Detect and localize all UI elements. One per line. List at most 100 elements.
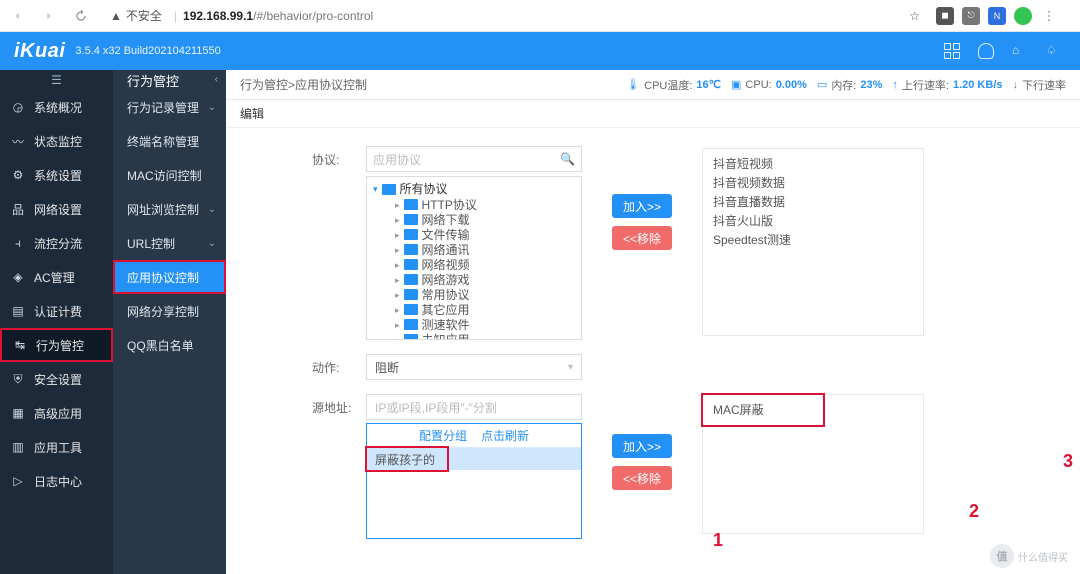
nav-collapse-icon[interactable]: ☰	[0, 70, 113, 90]
tree-node[interactable]: ▸文件传输	[373, 227, 581, 242]
protocol-tree[interactable]: ▾所有协议 ▸HTTP协议▸网络下载▸文件传输▸网络通讯▸网络视频▸网络游戏▸常…	[366, 176, 582, 340]
sub-nav: 行为管控 ‹ 行为记录管理⌄终端名称管理MAC访问控制网址浏览控制⌄URL控制⌄…	[113, 70, 226, 574]
extensions-area: ◼ ⎋ N	[936, 7, 1072, 25]
protocol-label: 协议:	[312, 146, 366, 340]
tree-node[interactable]: ▸HTTP协议	[373, 197, 581, 212]
selected-protocol-item[interactable]: 抖音短视频	[713, 155, 913, 174]
breadcrumb-b: 应用协议控制	[295, 76, 367, 93]
folder-icon	[404, 274, 418, 285]
nav-icon: ⛨	[10, 371, 26, 387]
selected-protocol-item[interactable]: 抖音直播数据	[713, 193, 913, 212]
annotation-1: 1	[713, 530, 723, 551]
nav-icon: ◶	[10, 99, 26, 115]
cloud-icon[interactable]	[978, 43, 994, 59]
watermark: 值 什么值得买	[990, 544, 1068, 568]
main-nav-item[interactable]: ▥应用工具	[0, 430, 113, 464]
nav-icon: ↹	[12, 337, 28, 353]
sub-nav-item[interactable]: QQ黑白名单	[113, 328, 226, 362]
selected-protocol-item[interactable]: Speedtest测速	[713, 231, 913, 250]
config-group-tab[interactable]: 配置分组	[419, 427, 467, 444]
url-bar[interactable]: ▲ 不安全 | 192.168.99.1/#/behavior/pro-cont…	[104, 4, 926, 28]
tree-node[interactable]: ▸常用协议	[373, 287, 581, 302]
nav-icon: ▷	[10, 473, 26, 489]
main-nav-item[interactable]: ▤认证计费	[0, 294, 113, 328]
chevron-down-icon: ▾	[568, 362, 573, 373]
add-protocol-button[interactable]: 加入>>	[612, 194, 672, 218]
menu-icon[interactable]	[1040, 7, 1058, 25]
nav-icon: ▥	[10, 439, 26, 455]
folder-icon	[382, 184, 396, 195]
cpu-icon: ▣	[731, 78, 741, 91]
nav-forward-icon[interactable]	[40, 7, 58, 25]
selected-sources-box[interactable]: MAC屏蔽	[702, 394, 924, 534]
action-select[interactable]: 阻断 ▾	[366, 354, 582, 380]
nav-icon: ▤	[10, 303, 26, 319]
bell-icon[interactable]: ♤	[1046, 43, 1062, 59]
source-address-input[interactable]: IP或IP段,IP段用"-"分割	[366, 394, 582, 420]
main-nav-item[interactable]: ⫞流控分流	[0, 226, 113, 260]
extension-icon[interactable]: ⎋	[962, 7, 980, 25]
tree-node[interactable]: ▸测速软件	[373, 317, 581, 332]
main-nav-item[interactable]: ▷日志中心	[0, 464, 113, 498]
sub-nav-item[interactable]: 终端名称管理	[113, 124, 226, 158]
tree-node[interactable]: ▸网络通讯	[373, 242, 581, 257]
add-source-button[interactable]: 加入>>	[612, 434, 672, 458]
watermark-logo-icon: 值	[990, 544, 1014, 568]
source-address-label: 源地址:	[312, 394, 366, 539]
upload-icon: ↑	[892, 79, 898, 91]
main-nav-item[interactable]: ◶系统概况	[0, 90, 113, 124]
folder-icon	[404, 244, 418, 255]
selected-protocols-box[interactable]: 抖音短视频抖音视频数据抖音直播数据抖音火山版Speedtest测速	[702, 148, 924, 336]
remove-source-button[interactable]: <<移除	[612, 466, 672, 490]
grid-icon[interactable]	[944, 43, 960, 59]
folder-icon	[404, 304, 418, 315]
tree-node[interactable]: ▸其它应用	[373, 302, 581, 317]
main-nav-item[interactable]: ⚙系统设置	[0, 158, 113, 192]
nav-icon: 品	[10, 201, 26, 217]
sub-nav-item[interactable]: 应用协议控制	[113, 260, 226, 294]
bookmark-star-icon[interactable]: ☆	[909, 9, 920, 23]
sub-nav-item[interactable]: 网址浏览控制⌄	[113, 192, 226, 226]
annotation-3: 3	[1063, 451, 1073, 472]
selected-protocol-item[interactable]: 抖音视频数据	[713, 174, 913, 193]
breadcrumb-a[interactable]: 行为管控	[240, 76, 288, 93]
source-group-list: 配置分组 点击刷新 屏蔽孩子的	[366, 423, 582, 539]
main-nav-item[interactable]: 〰状态监控	[0, 124, 113, 158]
thermometer-icon: 🌡	[626, 78, 640, 91]
action-label: 动作:	[312, 354, 366, 380]
chevron-down-icon: ⌄	[208, 102, 216, 113]
tree-node[interactable]: ▸网络下载	[373, 212, 581, 227]
remove-protocol-button[interactable]: <<移除	[612, 226, 672, 250]
home-icon[interactable]: ⌂	[1012, 43, 1028, 59]
chevron-down-icon: ⌄	[208, 204, 216, 215]
download-icon: ↓	[1013, 79, 1019, 91]
chevron-left-icon[interactable]: ‹	[215, 74, 218, 85]
main-nav-item[interactable]: ↹行为管控	[0, 328, 113, 362]
folder-icon	[404, 259, 418, 270]
extension-icon[interactable]	[1014, 7, 1032, 25]
tree-node[interactable]: ▸网络游戏	[373, 272, 581, 287]
protocol-search-input[interactable]: 应用协议 🔍	[366, 146, 582, 172]
insecure-icon: ▲ 不安全	[110, 7, 162, 24]
extension-icon[interactable]: ◼	[936, 7, 954, 25]
folder-icon	[404, 289, 418, 300]
selected-protocol-item[interactable]: 抖音火山版	[713, 212, 913, 231]
sub-nav-item[interactable]: URL控制⌄	[113, 226, 226, 260]
nav-icon: ▦	[10, 405, 26, 421]
refresh-button[interactable]: 点击刷新	[481, 427, 529, 444]
main-nav: ☰ ◶系统概况〰状态监控⚙系统设置品网络设置⫞流控分流◈AC管理▤认证计费↹行为…	[0, 70, 113, 574]
sub-nav-item[interactable]: 行为记录管理⌄	[113, 90, 226, 124]
source-group-entry[interactable]: 屏蔽孩子的	[367, 448, 581, 470]
tree-node[interactable]: ▸未知应用	[373, 332, 581, 340]
tree-node[interactable]: ▸网络视频	[373, 257, 581, 272]
main-nav-item[interactable]: ⛨安全设置	[0, 362, 113, 396]
sub-nav-item[interactable]: MAC访问控制	[113, 158, 226, 192]
main-nav-item[interactable]: ▦高级应用	[0, 396, 113, 430]
main-nav-item[interactable]: 品网络设置	[0, 192, 113, 226]
extension-icon[interactable]: N	[988, 7, 1006, 25]
folder-icon	[404, 229, 418, 240]
reload-icon[interactable]	[72, 7, 90, 25]
main-nav-item[interactable]: ◈AC管理	[0, 260, 113, 294]
nav-back-icon[interactable]	[8, 7, 26, 25]
sub-nav-item[interactable]: 网络分享控制	[113, 294, 226, 328]
